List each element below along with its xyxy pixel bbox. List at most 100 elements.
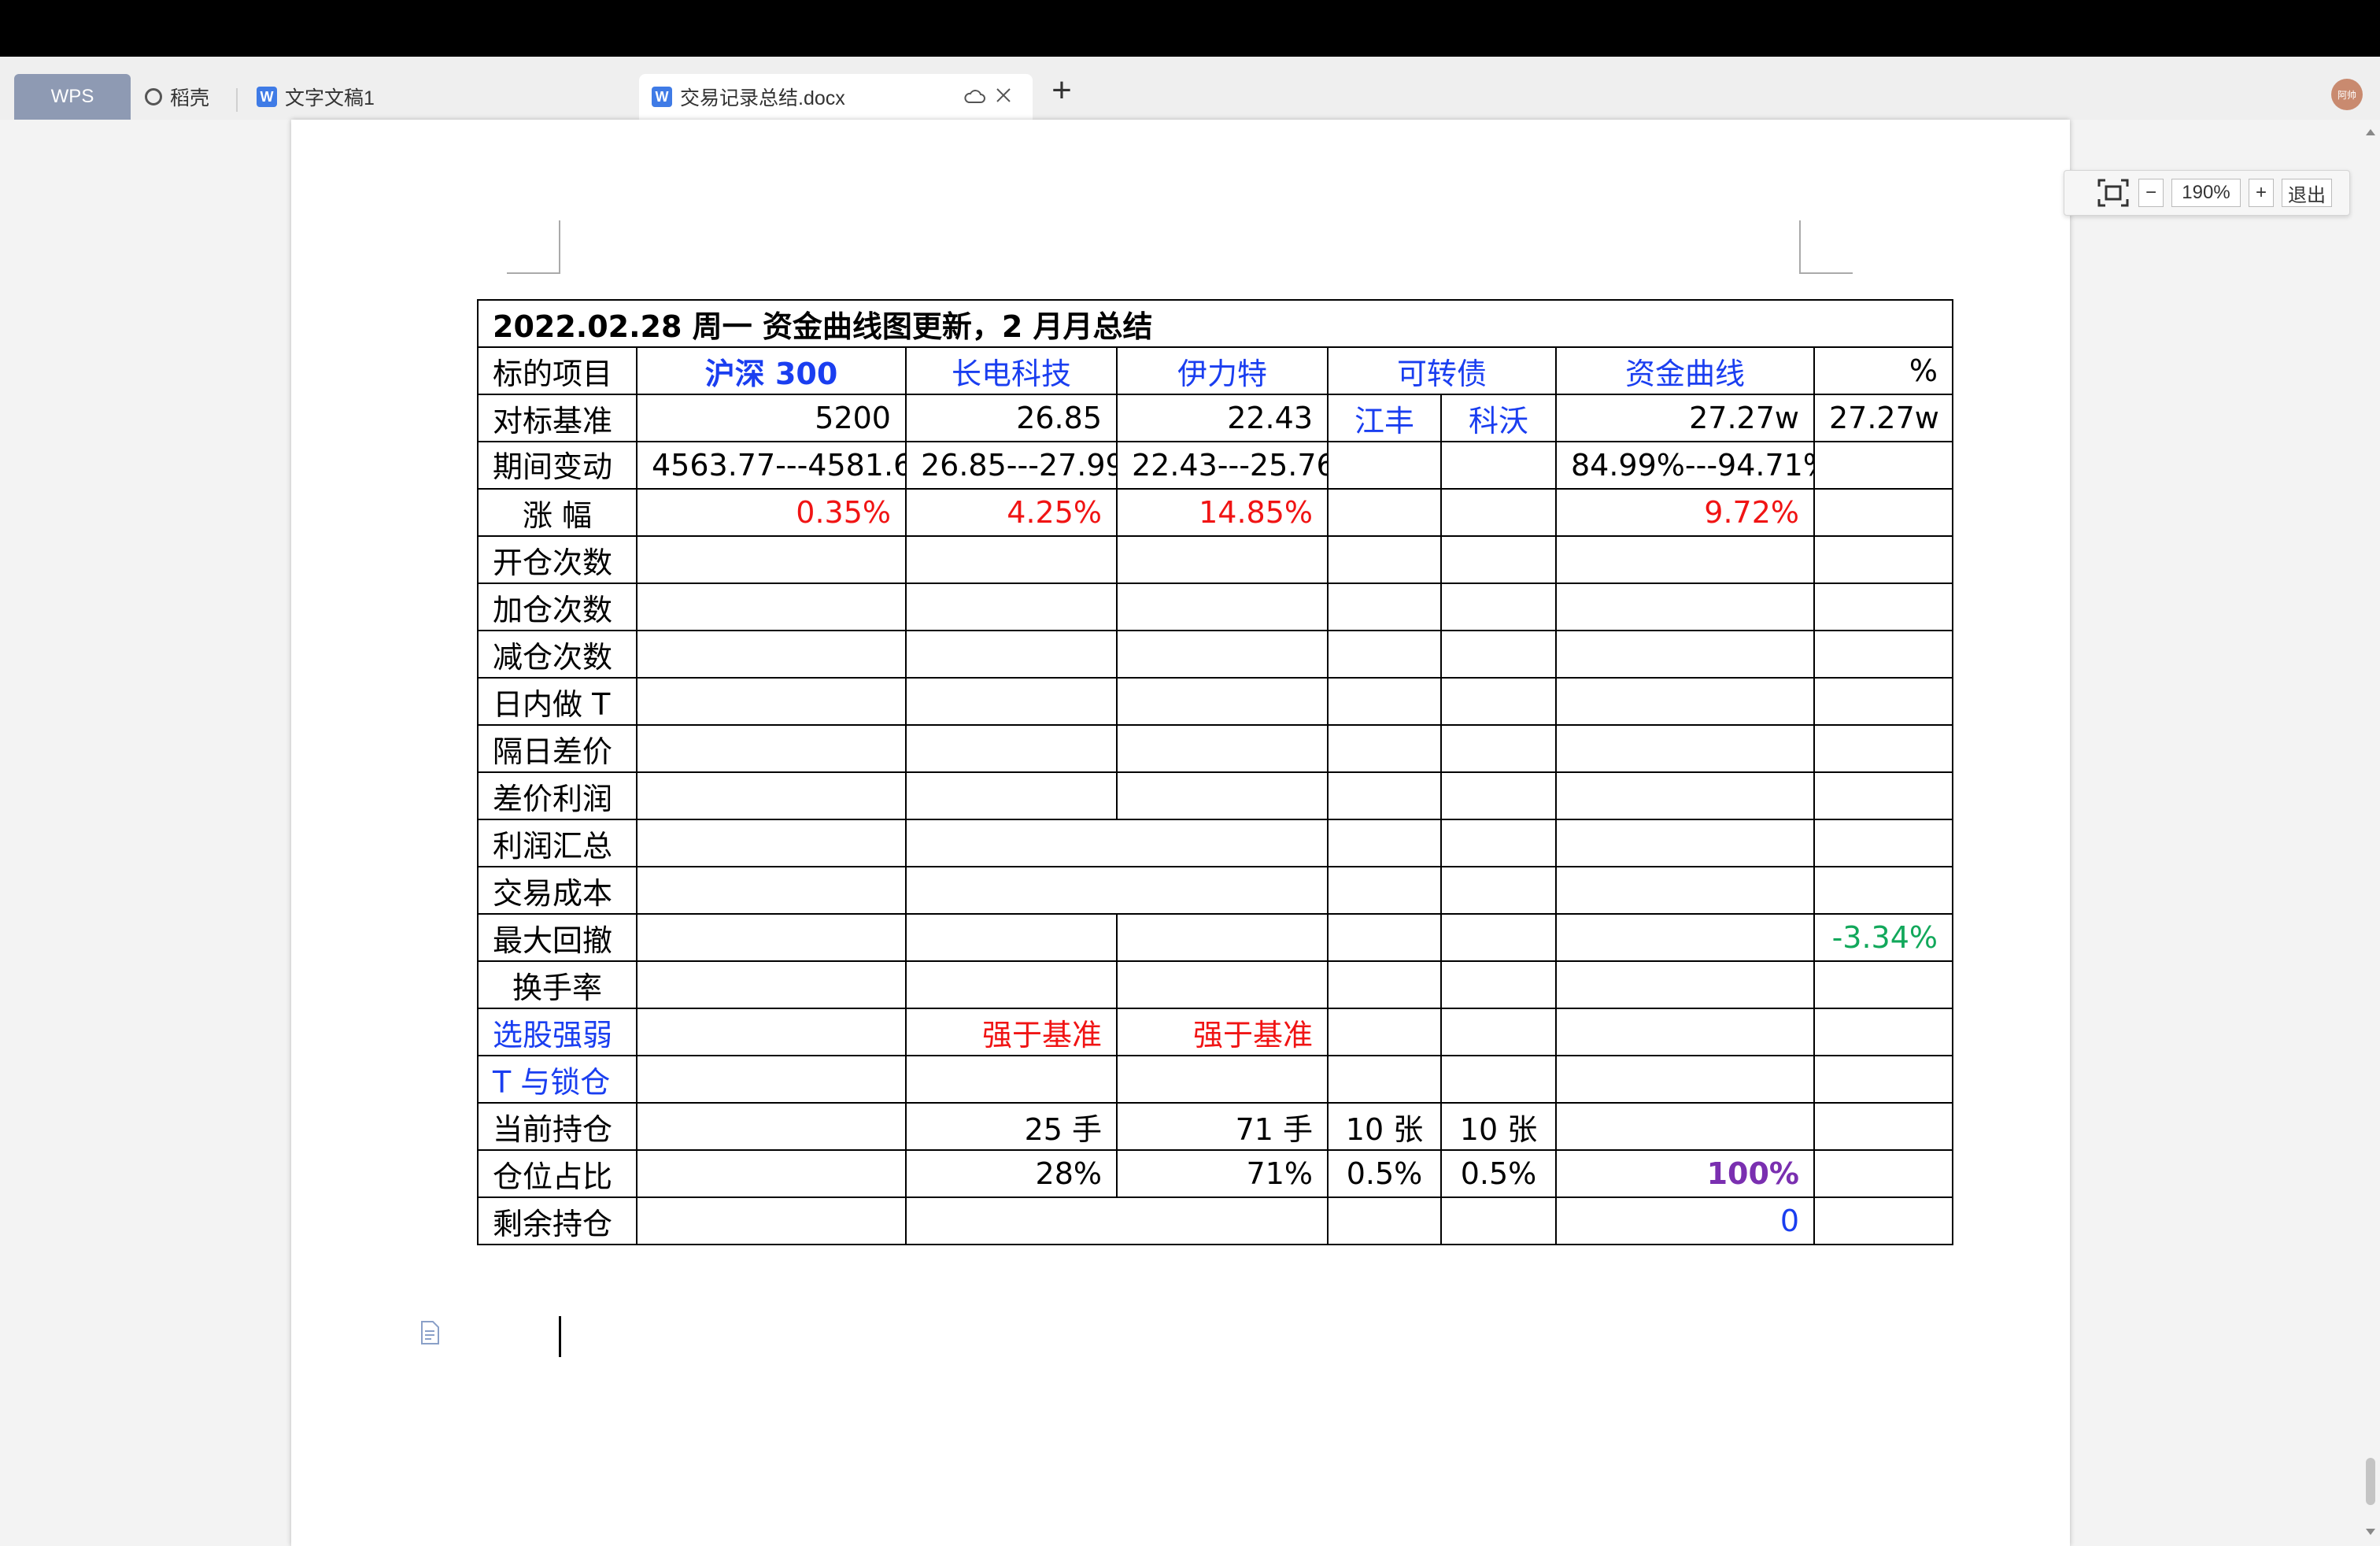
table-cell[interactable]: 利润汇总	[477, 819, 638, 867]
table-cell[interactable]: 科沃	[1440, 394, 1557, 442]
table-cell[interactable]	[1116, 630, 1329, 679]
paragraph-doc-icon[interactable]	[417, 1319, 444, 1346]
table-cell[interactable]	[1440, 488, 1557, 537]
table-cell[interactable]	[1440, 583, 1557, 631]
table-header-cell[interactable]: 沪深 300	[636, 346, 907, 395]
zoom-out-button[interactable]: −	[2138, 179, 2164, 207]
table-cell[interactable]	[636, 1196, 907, 1245]
table-cell[interactable]	[905, 771, 1118, 820]
zoom-in-button[interactable]: +	[2249, 179, 2274, 207]
table-cell[interactable]	[1813, 1008, 1954, 1056]
table-cell[interactable]: 5200	[636, 394, 907, 442]
document-page[interactable]: 2022.02.28 周一 资金曲线图更新，2 月月总结 标的项目 沪深 300…	[291, 120, 2070, 1546]
table-cell[interactable]: 22.43---25.76	[1116, 441, 1329, 490]
table-cell[interactable]	[636, 819, 907, 867]
tab-active-document[interactable]: W 交易记录总结.docx	[639, 74, 1033, 120]
table-cell[interactable]	[905, 819, 1329, 867]
table-header-cell[interactable]: 资金曲线	[1555, 346, 1815, 395]
table-cell[interactable]	[1327, 535, 1442, 584]
tab-daoke[interactable]: 稻壳	[145, 74, 209, 120]
table-cell[interactable]	[905, 1055, 1118, 1104]
table-cell[interactable]	[1440, 630, 1557, 679]
table-cell[interactable]: 减仓次数	[477, 630, 638, 679]
table-cell[interactable]	[1116, 535, 1329, 584]
table-cell[interactable]	[1813, 724, 1954, 773]
table-cell[interactable]	[905, 960, 1118, 1009]
table-cell[interactable]: 27.27w	[1813, 394, 1954, 442]
table-cell[interactable]: 剩余持仓	[477, 1196, 638, 1245]
table-cell[interactable]	[1813, 960, 1954, 1009]
table-cell[interactable]	[1813, 583, 1954, 631]
table-cell[interactable]	[1116, 583, 1329, 631]
table-cell[interactable]	[1440, 960, 1557, 1009]
table-cell[interactable]: 开仓次数	[477, 535, 638, 584]
table-cell[interactable]: 涨 幅	[477, 488, 638, 537]
table-cell[interactable]	[1327, 913, 1442, 962]
table-cell[interactable]: 当前持仓	[477, 1102, 638, 1151]
table-cell[interactable]	[636, 583, 907, 631]
table-cell[interactable]: 71%	[1116, 1149, 1329, 1198]
table-header-cell[interactable]: 长电科技	[905, 346, 1118, 395]
table-cell[interactable]	[1555, 724, 1815, 773]
table-cell[interactable]: 25 手	[905, 1102, 1118, 1151]
table-cell[interactable]	[1555, 1008, 1815, 1056]
table-cell[interactable]	[1440, 771, 1557, 820]
table-cell[interactable]	[1116, 960, 1329, 1009]
table-cell[interactable]	[1813, 535, 1954, 584]
table-cell[interactable]	[1813, 1149, 1954, 1198]
table-cell[interactable]	[1327, 771, 1442, 820]
table-cell[interactable]: 0.35%	[636, 488, 907, 537]
table-cell[interactable]: 选股强弱	[477, 1008, 638, 1056]
fit-page-icon[interactable]	[2096, 177, 2131, 209]
table-cell[interactable]	[1116, 771, 1329, 820]
table-cell[interactable]	[1327, 488, 1442, 537]
table-cell[interactable]: 期间变动	[477, 441, 638, 490]
table-cell[interactable]	[1327, 960, 1442, 1009]
table-cell[interactable]	[1813, 1055, 1954, 1104]
table-header-cell[interactable]: %	[1813, 346, 1954, 395]
table-cell[interactable]	[905, 724, 1118, 773]
table-cell[interactable]	[1327, 724, 1442, 773]
table-cell[interactable]: 9.72%	[1555, 488, 1815, 537]
zoom-level-display[interactable]: 190%	[2171, 179, 2241, 207]
table-cell[interactable]: 隔日差价	[477, 724, 638, 773]
table-cell[interactable]	[636, 724, 907, 773]
table-cell[interactable]	[1440, 1196, 1557, 1245]
table-cell[interactable]	[1440, 724, 1557, 773]
table-cell[interactable]	[636, 1055, 907, 1104]
table-cell[interactable]	[905, 583, 1118, 631]
table-cell[interactable]: 最大回撤	[477, 913, 638, 962]
table-cell[interactable]	[636, 960, 907, 1009]
table-cell[interactable]	[1116, 913, 1329, 962]
table-cell[interactable]	[636, 866, 907, 915]
table-cell[interactable]	[1327, 866, 1442, 915]
table-cell[interactable]: 标的项目	[477, 346, 638, 395]
table-cell[interactable]	[636, 677, 907, 726]
table-cell[interactable]: 仓位占比	[477, 1149, 638, 1198]
table-cell[interactable]	[1327, 583, 1442, 631]
table-cell[interactable]	[1327, 1008, 1442, 1056]
table-cell[interactable]: 4.25%	[905, 488, 1118, 537]
table-cell[interactable]	[1440, 677, 1557, 726]
table-cell[interactable]	[1555, 1102, 1815, 1151]
table-cell[interactable]	[1440, 441, 1557, 490]
tab-document-1[interactable]: W 文字文稿1	[257, 74, 375, 120]
table-cell[interactable]	[1813, 677, 1954, 726]
table-cell[interactable]: 28%	[905, 1149, 1118, 1198]
table-cell[interactable]: 江丰	[1327, 394, 1442, 442]
table-cell[interactable]: 对标基准	[477, 394, 638, 442]
table-cell[interactable]	[636, 771, 907, 820]
table-cell[interactable]: 26.85	[905, 394, 1118, 442]
table-cell[interactable]	[1327, 630, 1442, 679]
table-cell[interactable]	[1327, 441, 1442, 490]
table-cell[interactable]: 10 张	[1440, 1102, 1557, 1151]
table-cell[interactable]	[1327, 1055, 1442, 1104]
scroll-down-icon[interactable]	[2366, 1529, 2375, 1535]
table-cell[interactable]	[1440, 1008, 1557, 1056]
table-cell[interactable]: 22.43	[1116, 394, 1329, 442]
table-cell[interactable]	[1440, 866, 1557, 915]
table-cell[interactable]: 强于基准	[1116, 1008, 1329, 1056]
table-cell[interactable]	[1555, 677, 1815, 726]
vertical-scrollbar[interactable]	[2361, 120, 2380, 1546]
scroll-up-icon[interactable]	[2366, 129, 2375, 135]
